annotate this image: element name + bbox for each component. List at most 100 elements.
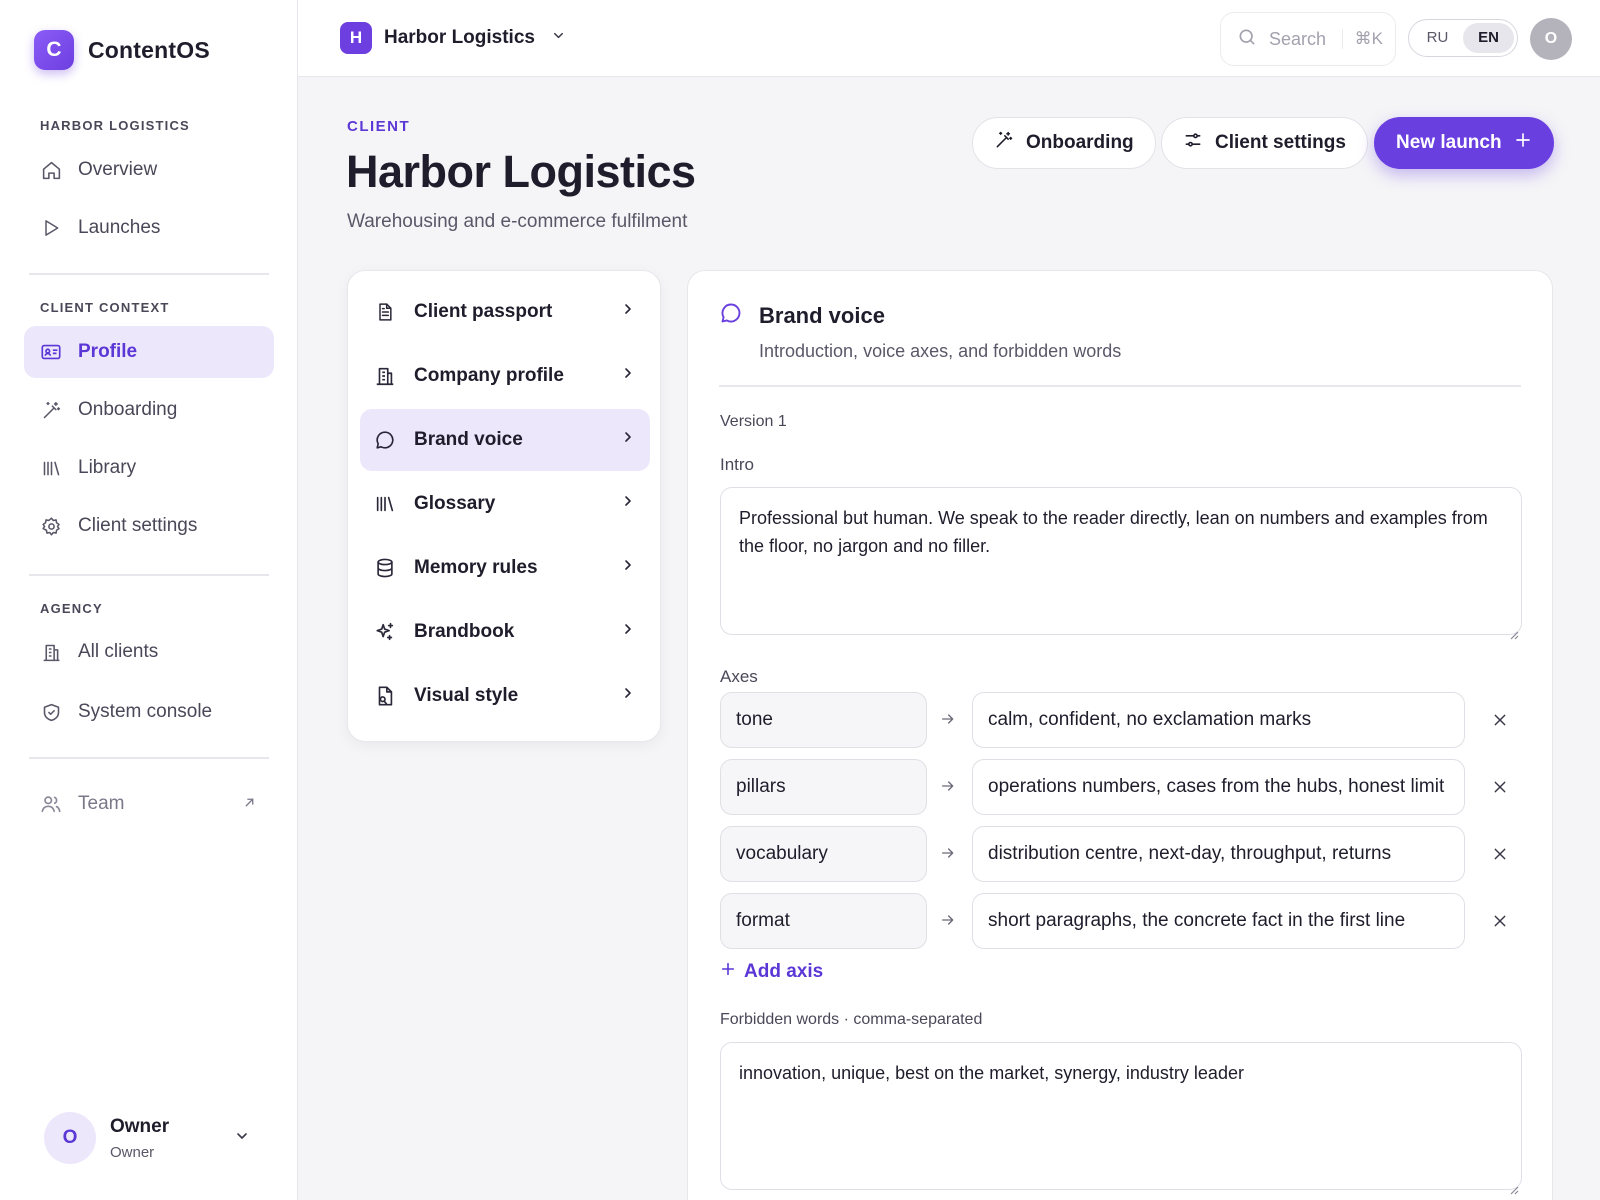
section-label: Glossary <box>414 493 496 514</box>
axis-key-field[interactable]: tone <box>720 692 927 748</box>
page-title: Harbor Logistics <box>346 146 696 197</box>
section-label: Visual style <box>414 685 519 706</box>
forbidden-words-textarea[interactable]: innovation, unique, best on the market, … <box>720 1042 1522 1195</box>
language-toggle[interactable]: RU EN <box>1408 19 1518 57</box>
brand-logo: C <box>34 30 74 70</box>
sidebar-item-profile[interactable]: Profile <box>24 326 274 378</box>
sidebar-item-overview[interactable]: Overview <box>24 144 274 196</box>
users-icon <box>40 793 62 815</box>
close-icon[interactable] <box>1486 773 1514 801</box>
magic-wand-icon <box>994 130 1014 156</box>
id-card-icon <box>40 341 62 363</box>
sidebar-item-library[interactable]: Library <box>24 442 274 494</box>
close-icon[interactable] <box>1486 706 1514 734</box>
axis-value-field[interactable]: calm, confident, no exclamation marks <box>972 692 1465 748</box>
axis-key-field[interactable]: vocabulary <box>720 826 927 882</box>
axis-value-field[interactable]: short paragraphs, the concrete fact in t… <box>972 893 1465 949</box>
document-icon <box>374 301 396 323</box>
sidebar-item-onboarding[interactable]: Onboarding <box>24 384 274 436</box>
shield-icon <box>40 701 62 723</box>
arrow-right-icon <box>937 778 959 794</box>
owner-name: Owner <box>110 1115 170 1137</box>
play-icon <box>40 217 62 239</box>
sidebar-item-all-clients[interactable]: All clients <box>24 626 274 678</box>
resize-handle-icon[interactable] <box>1507 1175 1519 1195</box>
chevron-right-icon <box>620 557 636 579</box>
axis-value-field[interactable]: operations numbers, cases from the hubs,… <box>972 759 1465 815</box>
avatar: O <box>44 1112 96 1164</box>
magic-wand-icon <box>40 399 62 421</box>
onboarding-button[interactable]: Onboarding <box>972 117 1156 169</box>
section-glossary[interactable]: Glossary <box>360 473 650 535</box>
section-company-profile[interactable]: Company profile <box>360 345 650 407</box>
axis-key-field[interactable]: format <box>720 893 927 949</box>
section-memory-rules[interactable]: Memory rules <box>360 537 650 599</box>
close-icon[interactable] <box>1486 907 1514 935</box>
chevron-right-icon <box>620 621 636 643</box>
sidebar: C ContentOS HARBOR LOGISTICS Overview La… <box>0 0 298 1200</box>
page-eyebrow: CLIENT <box>347 118 411 135</box>
sidebar-divider <box>29 273 269 275</box>
new-launch-button[interactable]: New launch <box>1374 117 1554 169</box>
sidebar-item-team[interactable]: Team <box>24 778 274 830</box>
section-label: Client passport <box>414 301 553 322</box>
panel-divider <box>719 385 1521 387</box>
section-client-passport[interactable]: Client passport <box>360 281 650 343</box>
intro-text: Professional but human. We speak to the … <box>739 508 1488 556</box>
sidebar-item-label: Overview <box>78 159 158 180</box>
avatar[interactable]: O <box>1530 18 1572 60</box>
sparkles-icon <box>374 621 396 643</box>
page-subtitle: Warehousing and e-commerce fulfilment <box>347 211 688 232</box>
database-icon <box>374 557 396 579</box>
client-settings-button[interactable]: Client settings <box>1161 117 1368 169</box>
close-icon[interactable] <box>1486 840 1514 868</box>
brand[interactable]: C ContentOS <box>34 30 210 70</box>
sidebar-item-label: Team <box>78 793 125 814</box>
sidebar-item-label: Profile <box>78 341 138 362</box>
workspace-switcher[interactable]: H Harbor Logistics <box>340 22 566 54</box>
search-placeholder: Search <box>1269 28 1327 49</box>
home-icon <box>40 159 62 181</box>
new-launch-button-label: New launch <box>1396 132 1502 153</box>
gear-icon <box>40 515 62 537</box>
workspace-logo: H <box>340 22 372 54</box>
lang-en[interactable]: EN <box>1463 23 1514 53</box>
arrow-right-icon <box>937 711 959 727</box>
chevron-down-icon[interactable] <box>234 1128 250 1149</box>
sidebar-section-client: HARBOR LOGISTICS <box>40 118 190 133</box>
section-brandbook[interactable]: Brandbook <box>360 601 650 663</box>
add-axis-button[interactable]: Add axis <box>720 961 823 983</box>
intro-textarea[interactable]: Professional but human. We speak to the … <box>720 487 1522 640</box>
sidebar-divider <box>29 757 269 759</box>
chevron-right-icon <box>620 301 636 323</box>
chevron-right-icon <box>620 493 636 515</box>
axis-key-field[interactable]: pillars <box>720 759 927 815</box>
section-label: Company profile <box>414 365 564 386</box>
axis-value-field[interactable]: distribution centre, next-day, throughpu… <box>972 826 1465 882</box>
intro-label: Intro <box>720 455 755 474</box>
brand-name: ContentOS <box>88 36 210 63</box>
library-icon <box>40 457 62 479</box>
profile-sections: Client passport Company profile Brand vo… <box>347 270 661 742</box>
section-brand-voice[interactable]: Brand voice <box>360 409 650 471</box>
lang-ru[interactable]: RU <box>1412 23 1463 53</box>
search-input[interactable]: Search ⌘K <box>1220 12 1396 66</box>
panel-subtitle: Introduction, voice axes, and forbidden … <box>759 341 1122 361</box>
section-visual-style[interactable]: Visual style <box>360 665 650 727</box>
version-label: Version 1 <box>720 413 787 430</box>
sidebar-item-client-settings[interactable]: Client settings <box>24 500 274 552</box>
forbidden-words-text: innovation, unique, best on the market, … <box>739 1063 1244 1083</box>
panel-header: Brand voice <box>719 301 885 330</box>
search-icon <box>1237 27 1257 52</box>
resize-handle-icon[interactable] <box>1507 620 1519 640</box>
section-label: Brand voice <box>414 429 523 450</box>
chevron-down-icon <box>551 28 566 48</box>
owner-role: Owner <box>110 1143 155 1161</box>
sidebar-section-agency: AGENCY <box>40 601 103 616</box>
sidebar-item-launches[interactable]: Launches <box>24 202 274 254</box>
arrow-right-icon <box>937 912 959 928</box>
chevron-right-icon <box>620 365 636 387</box>
forbidden-words-label: Forbidden words · comma-separated <box>720 1011 983 1028</box>
owner-menu[interactable]: O Owner Owner <box>44 1112 169 1164</box>
sidebar-item-system-console[interactable]: System console <box>24 686 274 738</box>
